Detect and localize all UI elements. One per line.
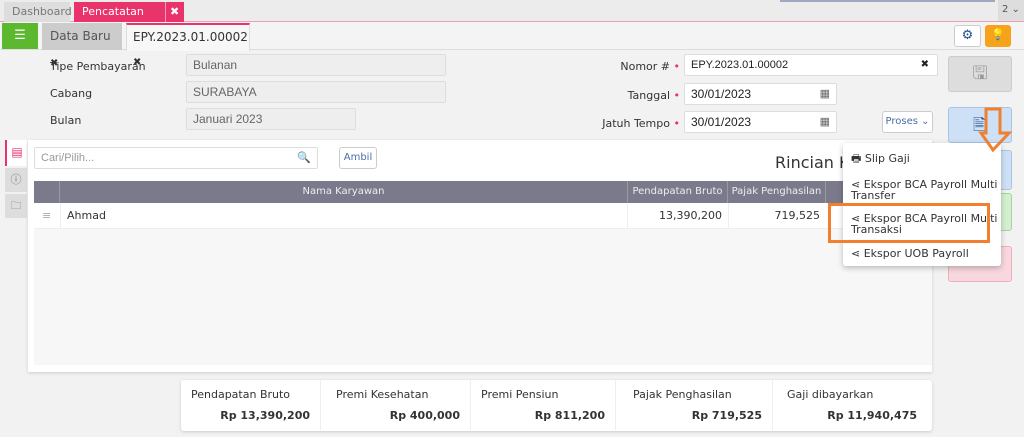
summary-item: Premi Pensiun Rp 811,200 <box>471 380 616 430</box>
jatuh-tempo-value: 30/01/2023 <box>691 115 752 129</box>
list-icon[interactable]: ☰ <box>2 23 38 49</box>
menu-label: Ekspor UOB Payroll <box>863 247 969 260</box>
tanggal-field[interactable]: 30/01/2023 ▦ <box>684 83 837 105</box>
menu-label: Slip Gaji <box>864 152 910 165</box>
summary-value: Rp 11,940,475 <box>827 409 917 422</box>
summary-label: Gaji dibayarkan <box>787 388 874 401</box>
bulan-field[interactable]: Januari 2023 <box>186 108 356 130</box>
proses-button[interactable]: Proses ⌄ <box>882 111 933 133</box>
column-header[interactable]: Nama Karyawan <box>60 181 628 203</box>
menu-label: Ekspor BCA Payroll Multi Transfer <box>851 178 998 202</box>
label-text: Nomor # <box>620 60 670 73</box>
tab-dashboard[interactable]: Dashboard <box>4 2 72 22</box>
cabang-label: Cabang <box>50 87 93 100</box>
summary-bar: Pendapatan Bruto Rp 13,390,200 Premi Kese… <box>181 380 932 431</box>
tab-pencatatan-gaji[interactable]: Pencatatan Gaji <box>74 2 165 38</box>
summary-value: Rp 811,200 <box>534 409 605 422</box>
search-input[interactable]: Cari/Pilih... 🔍 <box>34 147 318 169</box>
summary-label: Premi Pensiun <box>481 388 559 401</box>
employee-name: Ahmad <box>60 203 628 229</box>
detail-panel: Cari/Pilih... 🔍 Ambil Rincian Ka Nama Kar… <box>28 140 932 372</box>
bruto-cell: 13,390,200 <box>659 209 722 222</box>
summary-value: Rp 400,000 <box>389 409 460 422</box>
column-header[interactable]: Pendapatan Bruto <box>628 181 728 203</box>
required-mark: • <box>673 60 681 73</box>
jatuh-tempo-label: Jatuh Tempo • <box>560 117 680 130</box>
tab-epy[interactable]: EPY.2023.01.00002 ✖ <box>126 23 250 68</box>
save-button[interactable]: 🖫 <box>948 56 1012 92</box>
close-tab-button[interactable]: ✖ <box>165 2 184 22</box>
tipe-label: Tipe Pembayaran <box>50 60 146 73</box>
clear-icon[interactable]: ✖ <box>921 55 929 75</box>
handle-column <box>34 181 60 203</box>
lightbulb-icon[interactable]: 💡 <box>985 25 1011 47</box>
menu-item-bca-multi-transfer[interactable]: ⋖ Ekspor BCA Payroll Multi Transfer <box>851 179 999 201</box>
nomor-label: Nomor # • <box>560 60 680 73</box>
tipe-field[interactable]: Bulanan <box>186 54 446 76</box>
summary-value: Rp 13,390,200 <box>220 409 310 422</box>
calendar-icon[interactable]: ▦ <box>820 84 830 104</box>
document-tab-icon[interactable]: ▤ <box>5 140 27 166</box>
jatuh-tempo-field[interactable]: 30/01/2023 ▦ <box>684 111 837 133</box>
pajak-cell: 719,525 <box>728 203 826 229</box>
summary-item: Premi Kesehatan Rp 400,000 <box>326 380 471 430</box>
tanggal-value: 30/01/2023 <box>691 87 752 101</box>
column-header[interactable]: Pajak Penghasilan <box>728 181 826 203</box>
highlight-box <box>828 203 990 243</box>
ambil-button[interactable]: Ambil <box>339 147 377 169</box>
menu-item-slip-gaji[interactable]: 🖶 Slip Gaji <box>851 153 910 164</box>
required-mark: • <box>673 89 681 102</box>
tab-label: EPY.2023.01.00002 <box>133 30 248 44</box>
tab-counter-dropdown[interactable]: 2 ⌄ <box>998 0 1024 21</box>
nomor-field[interactable]: EPY.2023.01.00002 ✖ <box>684 54 938 76</box>
summary-label: Premi Kesehatan <box>336 388 429 401</box>
label-text: Tanggal <box>627 89 670 102</box>
summary-value: Rp 719,525 <box>691 409 762 422</box>
summary-label: Pendapatan Bruto <box>191 388 291 401</box>
table-body-empty <box>34 229 932 365</box>
label-text: Jatuh Tempo <box>602 117 670 130</box>
divider <box>780 0 995 2</box>
drag-handle-icon[interactable]: ≡ <box>42 203 51 229</box>
tab-data-baru[interactable]: Data Baru ✖ <box>42 23 122 69</box>
search-icon[interactable]: 🔍 <box>297 148 311 168</box>
summary-item: Pendapatan Bruto Rp 13,390,200 <box>181 380 321 430</box>
nomor-value: EPY.2023.01.00002 <box>691 59 789 71</box>
sub-tab-bar: ☰ Data Baru ✖ EPY.2023.01.00002 ✖ ⚙ 💡 <box>0 22 1024 69</box>
calendar-icon[interactable]: ▦ <box>820 112 830 132</box>
summary-label: Pajak Penghasilan <box>633 388 732 401</box>
required-mark: • <box>673 117 681 130</box>
gear-icon[interactable]: ⚙ <box>954 25 981 47</box>
folder-icon[interactable]: 🗀 <box>5 194 27 218</box>
cabang-field[interactable]: SURABAYA <box>186 81 446 103</box>
arrow-down-icon <box>978 107 1012 153</box>
summary-item: Pajak Penghasilan Rp 719,525 <box>623 380 773 430</box>
printer-icon: 🖶 <box>851 152 862 165</box>
menu-item-uob-payroll[interactable]: ⋖ Ekspor UOB Payroll <box>851 248 969 259</box>
table-header: Nama Karyawan Pendapatan Bruto Pajak Pen… <box>34 181 932 203</box>
tab-label: Data Baru <box>50 29 111 43</box>
bulan-label: Bulan <box>50 114 82 127</box>
tanggal-label: Tanggal • <box>560 89 680 102</box>
search-placeholder: Cari/Pilih... <box>41 152 95 164</box>
summary-item: Gaji dibayarkan Rp 11,940,475 <box>777 380 927 430</box>
share-icon: ⋖ <box>851 247 861 260</box>
table-row[interactable]: ≡ Ahmad 13,390,200 719,525 <box>34 203 932 229</box>
info-icon[interactable]: ⓘ <box>5 168 27 192</box>
top-tab-bar: Dashboard Pencatatan Gaji ✖ 2 ⌄ <box>0 0 1024 38</box>
save-icon: 🖫 <box>972 63 988 84</box>
